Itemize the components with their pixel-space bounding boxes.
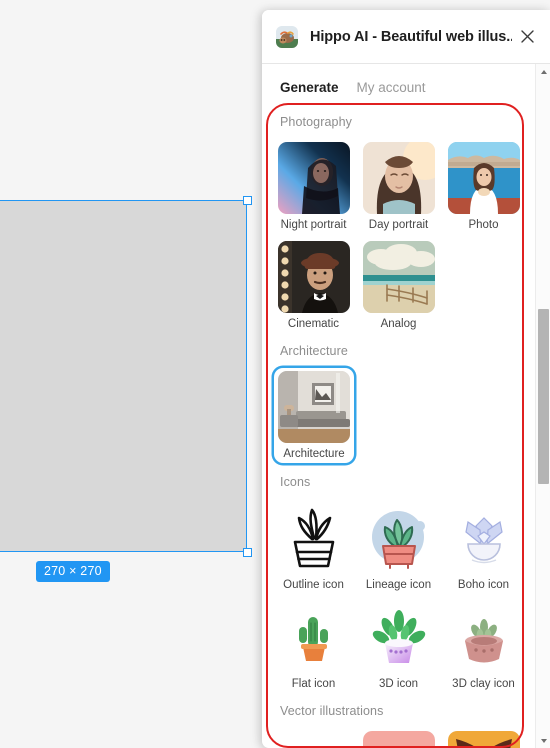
style-card-lineage-icon[interactable]: Lineage icon xyxy=(359,499,438,594)
analog-thumbnail xyxy=(362,240,435,313)
section-icons: Icons Outline icon Lineage icon Boho ico… xyxy=(262,467,535,692)
style-card-vector-orange[interactable] xyxy=(444,728,523,748)
style-card-boho-icon[interactable]: Boho icon xyxy=(444,499,523,594)
close-icon[interactable] xyxy=(512,22,542,52)
style-card-day-portrait[interactable]: Day portrait xyxy=(359,139,438,234)
vector-orange-thumbnail xyxy=(447,731,520,748)
section-vector-illustrations: Vector illustrations xyxy=(262,696,535,748)
scroll-thumb[interactable] xyxy=(538,309,549,484)
style-gallery[interactable]: Photography Night portrait Day portrait … xyxy=(262,107,535,748)
section-title: Icons xyxy=(280,474,311,489)
panel-title: Hippo AI - Beautiful web illus... xyxy=(310,28,512,45)
architecture-thumbnail xyxy=(278,371,350,444)
outline-plant-icon xyxy=(277,501,350,574)
thumb-row: Cinematic Analog xyxy=(274,238,523,333)
thumb-spacer xyxy=(274,728,353,748)
style-card-outline-icon[interactable]: Outline icon xyxy=(274,499,353,594)
thumb-row: Outline icon Lineage icon Boho icon xyxy=(274,499,523,594)
panel-tabs: Generate My account xyxy=(262,64,535,107)
dimension-badge: 270 × 270 xyxy=(36,561,110,582)
style-label: Day portrait xyxy=(368,219,429,231)
day-portrait-thumbnail xyxy=(362,142,435,214)
style-card-photo[interactable]: Photo xyxy=(444,139,523,234)
photo-thumbnail xyxy=(447,142,520,214)
style-card-analog[interactable]: Analog xyxy=(359,238,438,333)
thumb-spacer xyxy=(444,238,523,333)
style-label: Night portrait xyxy=(280,219,347,231)
style-label: Boho icon xyxy=(457,578,510,591)
style-card-architecture[interactable]: Architecture xyxy=(274,368,354,463)
selected-shape[interactable] xyxy=(0,195,252,557)
tab-generate[interactable]: Generate xyxy=(280,80,339,95)
cinematic-thumbnail xyxy=(277,240,350,313)
style-label: Outline icon xyxy=(283,578,344,591)
style-label: 3D clay icon xyxy=(452,677,515,690)
style-label: Cinematic xyxy=(287,317,340,330)
tab-my-account[interactable]: My account xyxy=(357,80,426,95)
style-card-flat-icon[interactable]: Flat icon xyxy=(274,598,353,693)
panel-content: Generate My account Photography Night po… xyxy=(262,64,535,748)
clay-plant-icon xyxy=(447,600,520,673)
section-title: Architecture xyxy=(280,344,348,359)
thumb-row xyxy=(274,728,523,748)
panel-scrollbar[interactable] xyxy=(535,64,550,748)
3d-plant-icon xyxy=(362,600,435,673)
thumb-row: Night portrait Day portrait Photo xyxy=(274,139,523,234)
boho-plant-icon xyxy=(447,501,520,574)
thumb-row: Flat icon 3D icon 3D clay icon xyxy=(274,598,523,693)
scroll-down-arrow[interactable] xyxy=(536,733,550,748)
resize-handle-bottom-right[interactable] xyxy=(242,547,252,557)
section-photography: Photography Night portrait Day portrait … xyxy=(262,107,535,332)
style-card-cinematic[interactable]: Cinematic xyxy=(274,238,353,333)
thumb-row: Architecture xyxy=(274,368,523,463)
panel-body: Generate My account Photography Night po… xyxy=(262,64,550,748)
lineage-plant-icon xyxy=(362,501,435,574)
vector-pink-thumbnail xyxy=(362,731,435,748)
section-title: Photography xyxy=(280,115,352,129)
night-portrait-thumbnail xyxy=(277,142,350,214)
style-card-night-portrait[interactable]: Night portrait xyxy=(274,139,353,234)
extension-panel[interactable]: Hippo AI - Beautiful web illus... Genera… xyxy=(262,10,550,748)
style-card-vector-pink[interactable] xyxy=(359,728,438,748)
style-label: Architecture xyxy=(283,448,345,461)
style-label: 3D icon xyxy=(379,677,418,690)
style-label: Analog xyxy=(380,317,417,330)
style-card-3d-icon[interactable]: 3D icon xyxy=(359,598,438,693)
panel-header: Hippo AI - Beautiful web illus... xyxy=(262,10,550,64)
style-label: Lineage icon xyxy=(365,578,432,591)
section-architecture: Architecture Architecture xyxy=(262,336,535,463)
style-label: Photo xyxy=(468,219,499,231)
scroll-up-arrow[interactable] xyxy=(536,64,550,79)
section-title: Vector illustrations xyxy=(280,704,384,719)
resize-handle-top-right[interactable] xyxy=(242,195,252,205)
style-label: Flat icon xyxy=(291,677,336,690)
style-card-3d-clay-icon[interactable]: 3D clay icon xyxy=(444,598,523,693)
flat-cactus-icon xyxy=(277,600,350,673)
hippo-ai-logo xyxy=(276,25,298,48)
